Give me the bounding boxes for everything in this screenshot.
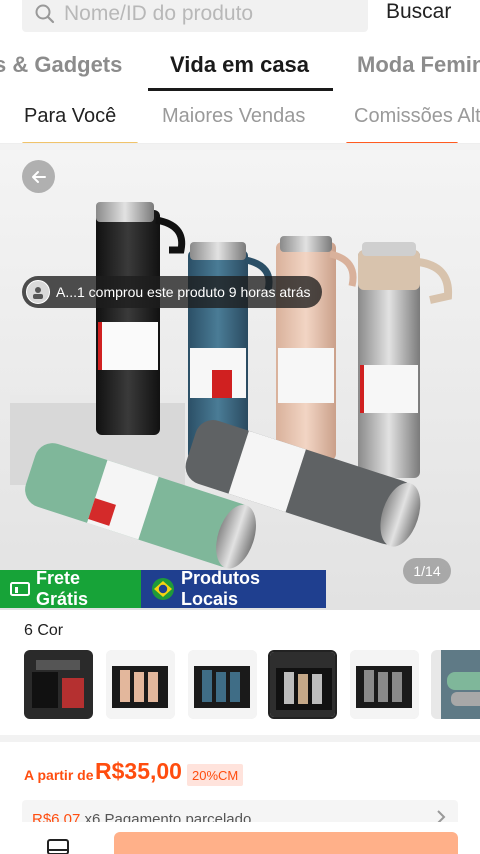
variant-thumb-selected[interactable] <box>268 650 337 719</box>
tab-vida-em-casa[interactable]: Vida em casa <box>170 52 309 78</box>
search-button[interactable]: Buscar <box>386 0 451 24</box>
truck-icon <box>10 581 30 597</box>
buyer-avatar <box>26 280 50 304</box>
variant-thumb[interactable] <box>350 650 419 719</box>
store-icon[interactable] <box>46 838 70 854</box>
variant-thumb[interactable] <box>188 650 257 719</box>
buyer-notice-text: A...1 comprou este produto 9 horas atrás <box>56 284 311 300</box>
local-products-badge: Produtos Locais <box>141 568 326 609</box>
free-shipping-label: Frete Grátis <box>36 568 89 609</box>
brazil-flag-icon <box>151 577 175 601</box>
variant-thumb[interactable] <box>24 650 93 719</box>
free-shipping-badge: Frete Grátis <box>0 568 141 609</box>
back-button[interactable] <box>22 160 55 193</box>
subtab-para-voce[interactable]: Para Você <box>24 105 116 128</box>
search-box[interactable]: Nome/ID do produto <box>22 0 368 32</box>
product-photo <box>0 150 480 610</box>
image-counter: 1/14 <box>403 558 451 584</box>
product-image-carousel[interactable] <box>0 150 480 610</box>
active-tab-indicator <box>148 88 333 91</box>
color-count-label: 6 Cor <box>24 622 64 639</box>
subtab-maiores-vendas[interactable]: Maiores Vendas <box>162 105 305 128</box>
local-products-label: Produtos Locais <box>181 568 260 609</box>
bottom-action-bar <box>0 822 480 854</box>
tab-gadgets[interactable]: s & Gadgets <box>0 52 122 78</box>
variant-thumb[interactable] <box>106 650 175 719</box>
variant-thumb[interactable] <box>431 650 480 719</box>
tab-moda-feminina[interactable]: Moda Femin <box>357 52 480 78</box>
search-bar: Nome/ID do produto Buscar <box>0 0 480 38</box>
subtab-comissoes-altas[interactable]: Comissões Alt <box>354 105 480 128</box>
color-variants: 6 Cor <box>0 610 480 735</box>
search-icon <box>34 3 56 25</box>
recent-buyer-toast: A...1 comprou este produto 9 horas atrás <box>22 276 322 308</box>
commission-badge: 20%CM <box>187 764 244 786</box>
buy-button[interactable] <box>114 832 458 854</box>
price-prefix: A partir de <box>24 767 94 783</box>
sub-tabs: Para Você Maiores Vendas Comissões Alt <box>0 96 480 144</box>
search-input[interactable]: Nome/ID do produto <box>64 2 253 26</box>
product-price: R$35,00 <box>95 758 182 784</box>
badge-row: Frete Grátis Produtos Locais <box>0 568 326 609</box>
back-arrow-icon <box>31 170 46 183</box>
category-tabs: s & Gadgets Vida em casa Moda Femin <box>0 44 480 92</box>
